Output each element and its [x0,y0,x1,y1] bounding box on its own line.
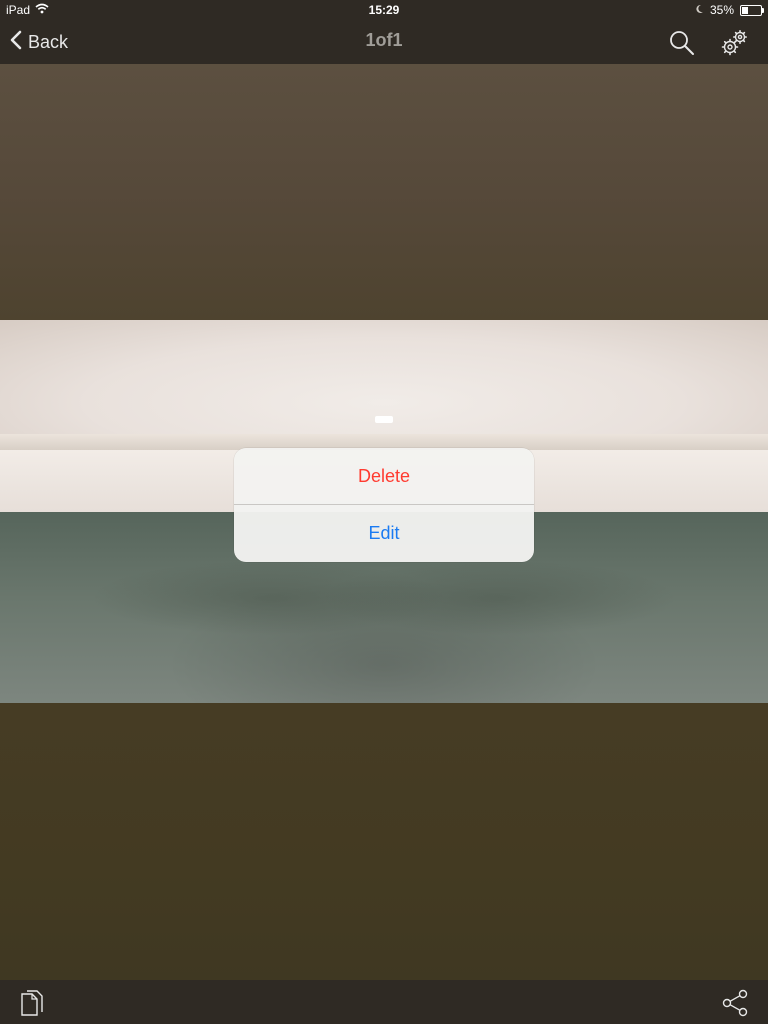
moon-icon [695,3,704,17]
battery-fill [742,6,749,14]
copy-icon[interactable] [17,988,47,1018]
page-title: 1of1 [365,30,403,50]
status-right: 35% [695,3,764,17]
navigation-bar: Back 1of1 [0,20,768,64]
status-time: 15:29 [368,3,400,17]
delete-button[interactable]: Delete [234,448,534,505]
photo-light [375,416,393,423]
share-icon[interactable] [720,988,750,1018]
search-icon[interactable] [667,28,697,58]
bottom-toolbar [0,980,768,1024]
edit-button[interactable]: Edit [234,505,534,562]
gear-icon[interactable] [720,28,750,58]
status-bar: iPad 15:29 35% [0,0,768,20]
battery-icon [740,4,764,16]
background-bottom [0,703,768,980]
action-sheet: Delete Edit [234,448,534,562]
battery-percent: 35% [709,3,734,17]
